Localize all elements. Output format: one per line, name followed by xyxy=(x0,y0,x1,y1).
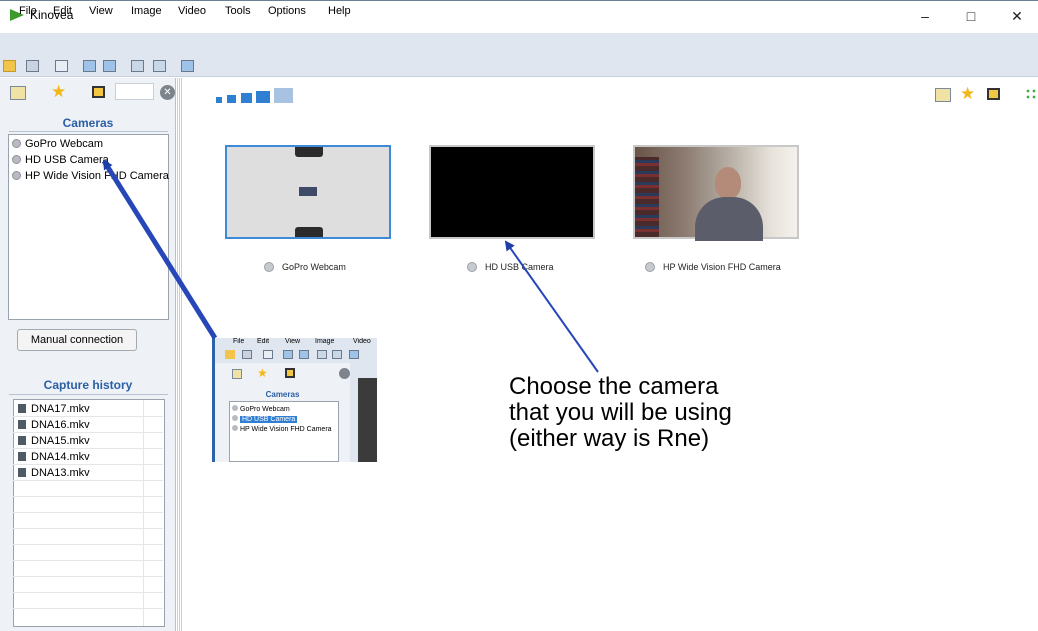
arrow-to-hd-usb-thumbnail xyxy=(504,240,599,373)
annotation-arrows xyxy=(101,159,599,373)
arrow-to-hd-usb-list xyxy=(101,159,218,340)
